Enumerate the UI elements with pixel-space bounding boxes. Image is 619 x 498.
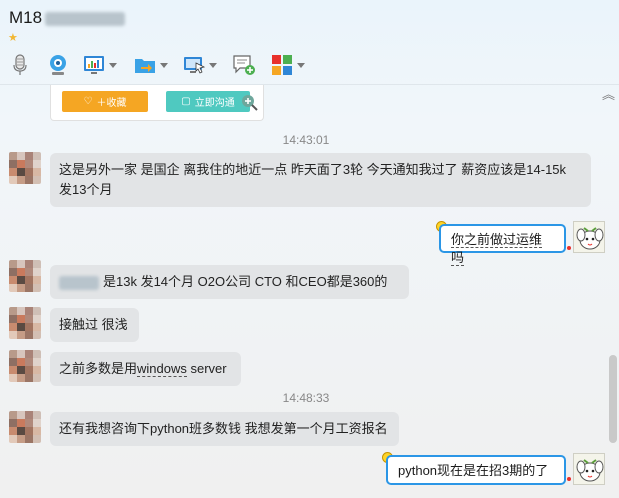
message-bubble: 接触过 很浅 bbox=[50, 308, 139, 342]
favorite-button[interactable]: ♡ ＋收藏 bbox=[62, 91, 148, 112]
apps-button[interactable] bbox=[270, 50, 305, 80]
screen-share-button[interactable] bbox=[82, 50, 117, 80]
chart-screen-icon bbox=[84, 56, 104, 74]
contact-name-text: M18 bbox=[9, 8, 43, 27]
message-text-link: windows bbox=[137, 361, 187, 377]
chevron-down-icon[interactable] bbox=[109, 62, 117, 68]
cartoon-avatar-icon bbox=[576, 227, 604, 250]
message-bubble-outgoing: python现在是在招3期的了 bbox=[386, 455, 566, 485]
create-group-button[interactable] bbox=[232, 50, 256, 80]
chat-header: M18 ★ bbox=[0, 0, 619, 84]
webcam-icon bbox=[50, 55, 66, 75]
unread-dot bbox=[567, 246, 571, 250]
unread-dot bbox=[567, 477, 571, 481]
chat-bubble-icon: ▢ bbox=[181, 96, 191, 107]
timestamp: 14:43:01 bbox=[282, 133, 330, 147]
folder-arrow-icon bbox=[135, 59, 155, 73]
message-text: 发13个月 bbox=[59, 182, 113, 197]
chevron-down-icon[interactable] bbox=[160, 62, 168, 68]
shared-card: ♡ ＋收藏 ▢ 立即沟通 bbox=[50, 85, 264, 121]
message-text: 还有我想咨询下python班多数钱 我想发第一个月工资报名 bbox=[59, 421, 388, 436]
monitor-cursor-icon bbox=[184, 57, 206, 74]
message-text: server bbox=[186, 361, 227, 376]
avatar[interactable] bbox=[9, 411, 41, 443]
message-bubble: 之前多数是用windows server bbox=[50, 352, 241, 386]
favorite-button-label: ＋收藏 bbox=[96, 98, 127, 109]
microphone-icon bbox=[13, 54, 27, 75]
scrollbar-thumb[interactable] bbox=[609, 355, 617, 443]
chat-add-icon bbox=[233, 55, 255, 75]
remote-assist-button[interactable] bbox=[182, 50, 217, 80]
message-text: 接触过 很浅 bbox=[59, 317, 128, 332]
chat-now-button[interactable]: ▢ 立即沟通 bbox=[166, 91, 250, 112]
star-icon[interactable]: ★ bbox=[8, 31, 18, 44]
toolbar bbox=[0, 50, 619, 82]
heart-icon: ♡ bbox=[83, 96, 93, 107]
avatar[interactable] bbox=[9, 350, 41, 382]
avatar-self[interactable] bbox=[573, 453, 605, 485]
avatar[interactable] bbox=[9, 307, 41, 339]
message-text: 之前多数是用 bbox=[59, 361, 138, 376]
zoom-in-icon[interactable] bbox=[240, 93, 258, 111]
contact-name[interactable]: M18 bbox=[9, 8, 126, 28]
video-call-button[interactable] bbox=[46, 50, 70, 80]
message-bubble: 还有我想咨询下python班多数钱 我想发第一个月工资报名 bbox=[50, 412, 399, 446]
message-bubble-outgoing: 你之前做过运维吗 bbox=[439, 224, 566, 266]
avatar-self[interactable] bbox=[573, 221, 605, 253]
chevron-down-icon[interactable] bbox=[209, 62, 217, 68]
message-bubble: 是13k 发14个月 O2O公司 CTO 和CEO都是360的 bbox=[50, 265, 409, 299]
redacted-name bbox=[45, 11, 126, 26]
app-grid-icon bbox=[272, 55, 292, 75]
timestamp: 14:48:33 bbox=[282, 391, 330, 405]
collapse-icon[interactable]: ︽ bbox=[602, 85, 615, 103]
redacted-text bbox=[59, 275, 99, 290]
message-bubble: 这是另外一家 是国企 离我住的地近一点 昨天面了3轮 今天通知我过了 薪资应该是… bbox=[50, 153, 591, 207]
voice-call-button[interactable] bbox=[8, 50, 32, 80]
message-text: 你之前做过运维吗 bbox=[451, 232, 543, 266]
chevron-down-icon[interactable] bbox=[297, 62, 305, 68]
message-area[interactable]: ♡ ＋收藏 ▢ 立即沟通 ︽ 14:43:01 这是另外一家 是国企 离我住的地… bbox=[0, 85, 619, 498]
avatar[interactable] bbox=[9, 152, 41, 184]
send-file-button[interactable] bbox=[133, 50, 168, 80]
avatar[interactable] bbox=[9, 260, 41, 292]
cartoon-avatar-icon bbox=[576, 459, 604, 482]
message-text: python现在是在招3期的了 bbox=[398, 463, 549, 478]
message-text: 这是另外一家 是国企 离我住的地近一点 昨天面了3轮 今天通知我过了 薪资应该是… bbox=[59, 162, 567, 177]
chat-now-button-label: 立即沟通 bbox=[194, 98, 235, 109]
message-text: 是13k 发14个月 O2O公司 CTO 和CEO都是360的 bbox=[103, 274, 388, 289]
